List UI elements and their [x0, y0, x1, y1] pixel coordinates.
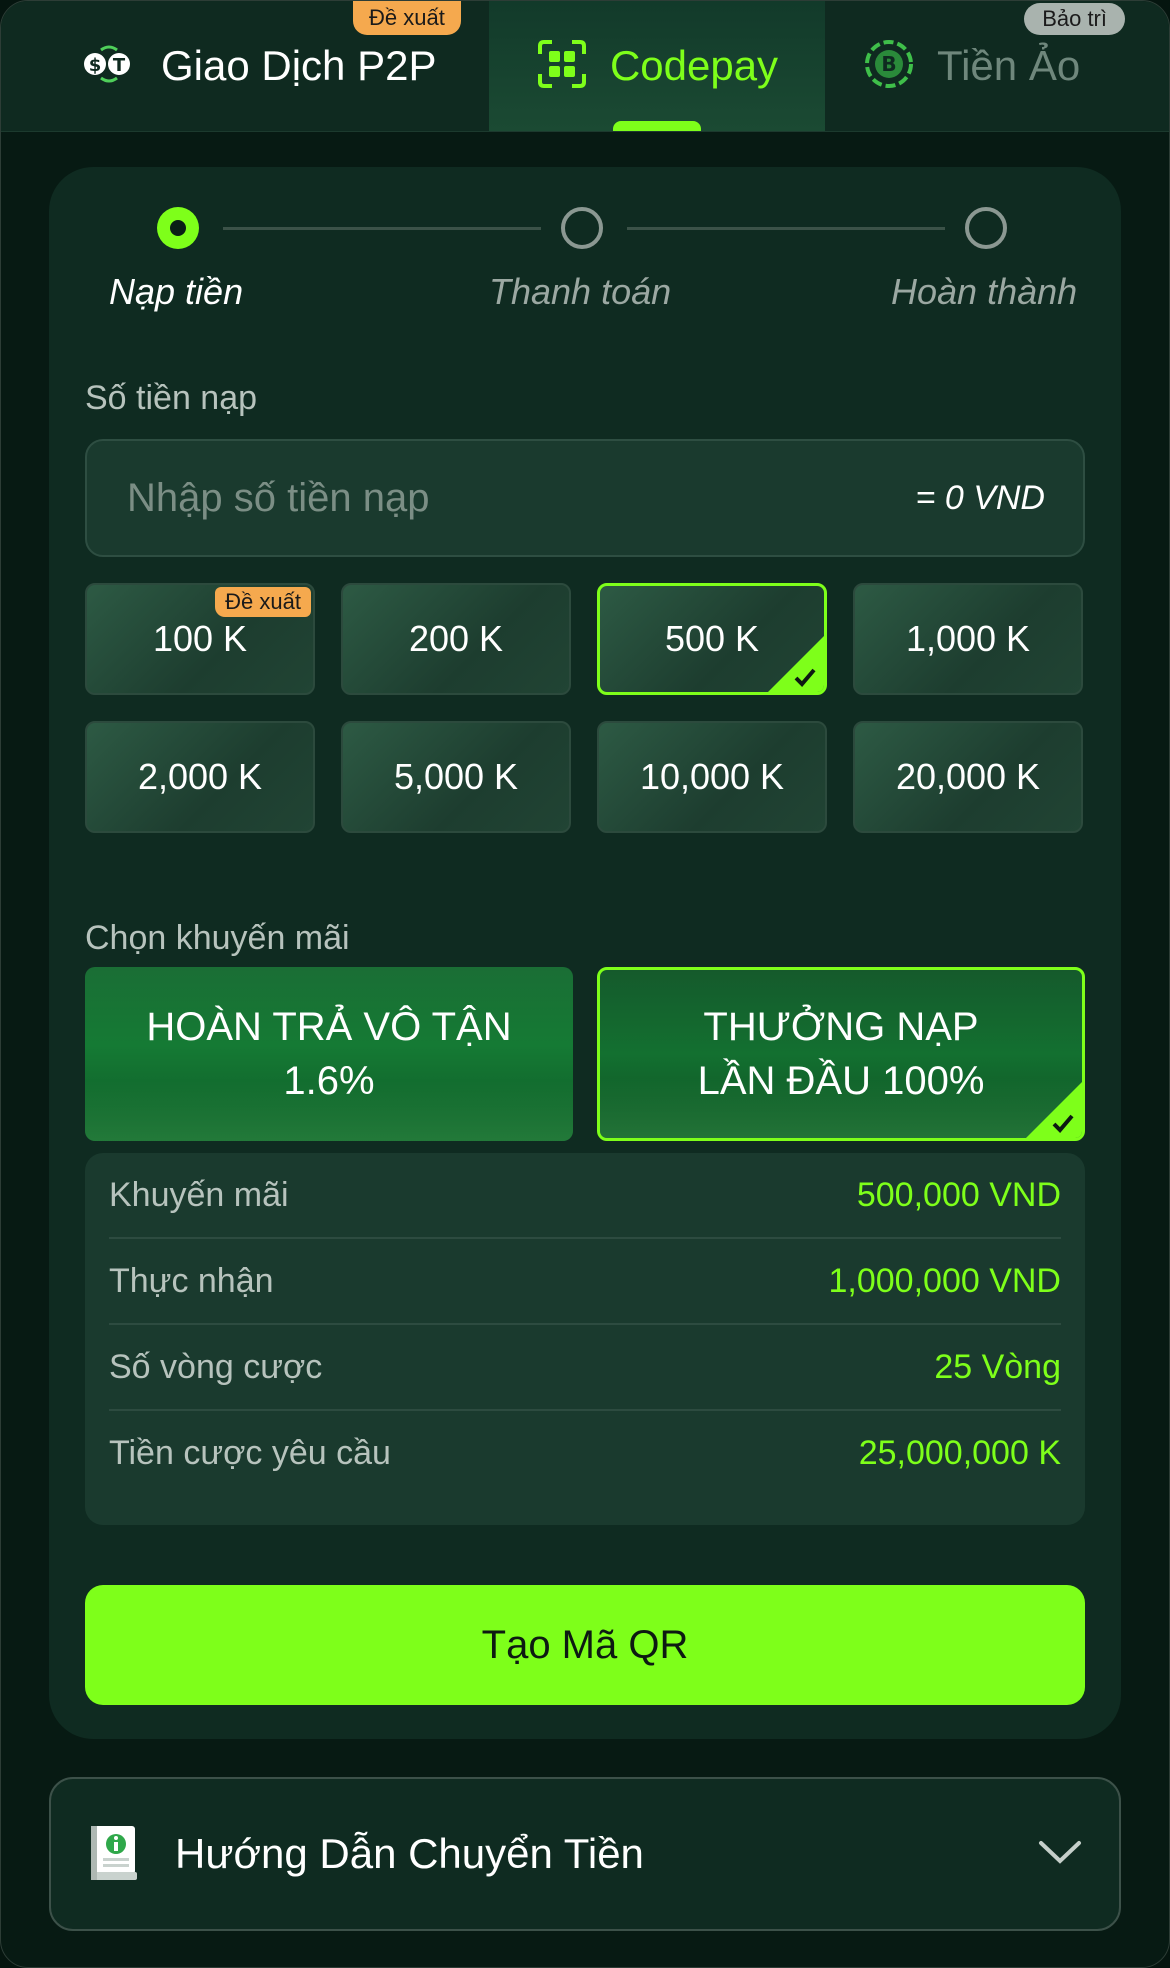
- promo-title-line: HOÀN TRẢ VÔ TẬN: [146, 1005, 512, 1049]
- step-2-label: Thanh toán: [489, 271, 672, 312]
- step-3-label: Hoàn thành: [891, 271, 1078, 312]
- amount-field[interactable]: = 0 VND: [85, 439, 1085, 557]
- recommended-badge: Đề xuất: [215, 587, 311, 617]
- amount-label: Số tiền nạp: [85, 379, 258, 417]
- promotion-label: Chọn khuyến mãi: [85, 919, 350, 957]
- summary-row: Số vòng cược 25 Vòng: [109, 1325, 1061, 1411]
- amount-option-label: 1,000 K: [905, 618, 1031, 659]
- tab-codepay[interactable]: Codepay: [489, 1, 825, 131]
- promo-option-cashback[interactable]: HOÀN TRẢ VÔ TẬN 1.6%: [85, 967, 573, 1141]
- chevron-down-icon[interactable]: [1037, 1837, 1083, 1872]
- svg-text:B: B: [881, 52, 896, 76]
- selected-check-icon: [1026, 1082, 1082, 1138]
- amount-option-label: 20,000 K: [895, 756, 1041, 797]
- amount-option-label: 200 K: [408, 618, 504, 659]
- p2p-exchange-icon: $ T: [81, 44, 139, 89]
- step-connector: [627, 227, 945, 230]
- summary-label: Số vòng cược: [109, 1347, 323, 1386]
- deposit-card: Nạp tiền Thanh toán Hoàn thành Số tiền n…: [49, 167, 1121, 1739]
- amount-option-500k[interactable]: 500 K: [597, 583, 827, 695]
- promotion-options: HOÀN TRẢ VÔ TẬN 1.6% THƯỞNG NẠP LẦN ĐẦU …: [85, 967, 1085, 1141]
- quick-amount-grid: 100 K Đề xuất 200 K 500 K 1,000 K 2,000 …: [85, 583, 1085, 833]
- promo-title: THƯỞNG NẠP LẦN ĐẦU 100%: [698, 1000, 985, 1108]
- payment-method-tabs: $ T Giao Dịch P2P Đề xuất Codepay B Tiền…: [1, 1, 1169, 132]
- promo-title-line: THƯỞNG NẠP: [703, 1005, 979, 1049]
- promo-title-line: LẦN ĐẦU 100%: [697, 1059, 985, 1103]
- deposit-screen: $ T Giao Dịch P2P Đề xuất Codepay B Tiền…: [0, 0, 1170, 1968]
- amount-option-5000k[interactable]: 5,000 K: [341, 721, 571, 833]
- summary-label: Thực nhận: [109, 1261, 274, 1300]
- summary-value: 1,000,000 VND: [828, 1261, 1062, 1300]
- amount-option-2000k[interactable]: 2,000 K: [85, 721, 315, 833]
- step-1-indicator: [157, 207, 199, 249]
- create-qr-button[interactable]: Tạo Mã QR: [85, 1585, 1085, 1705]
- maintenance-badge: Bảo trì: [1024, 3, 1125, 35]
- summary-row: Thực nhận 1,000,000 VND: [109, 1239, 1061, 1325]
- summary-row: Khuyến mãi 500,000 VND: [109, 1153, 1061, 1239]
- promo-title: HOÀN TRẢ VÔ TẬN 1.6%: [146, 1000, 511, 1108]
- recommended-badge: Đề xuất: [353, 1, 461, 35]
- step-3-indicator: [965, 207, 1007, 249]
- amount-option-label: 10,000 K: [639, 756, 785, 797]
- amount-option-10000k[interactable]: 10,000 K: [597, 721, 827, 833]
- summary-value: 500,000 VND: [856, 1175, 1061, 1214]
- active-tab-indicator: [613, 121, 701, 131]
- svg-text:T: T: [113, 55, 126, 76]
- selected-check-icon: [768, 636, 824, 692]
- amount-option-1000k[interactable]: 1,000 K: [853, 583, 1083, 695]
- guide-title: Hướng Dẫn Chuyển Tiền: [175, 1830, 644, 1877]
- step-connector: [223, 227, 541, 230]
- step-2-indicator: [561, 207, 603, 249]
- amount-option-label: 2,000 K: [137, 756, 263, 797]
- amount-option-label: 500 K: [664, 618, 760, 659]
- amount-option-label: 5,000 K: [393, 756, 519, 797]
- amount-option-100k[interactable]: 100 K Đề xuất: [85, 583, 315, 695]
- summary-label: Khuyến mãi: [109, 1175, 289, 1214]
- summary-label: Tiền cược yêu cầu: [109, 1433, 391, 1472]
- promo-option-first-deposit[interactable]: THƯỞNG NẠP LẦN ĐẦU 100%: [597, 967, 1085, 1141]
- tab-crypto-label: Tiền Ảo: [937, 42, 1081, 89]
- summary-row: Tiền cược yêu cầu 25,000,000 K: [109, 1411, 1061, 1495]
- qr-scan-icon: [536, 38, 588, 95]
- transfer-guide-accordion[interactable]: Hướng Dẫn Chuyển Tiền: [49, 1777, 1121, 1931]
- bitcoin-icon: B: [863, 38, 915, 95]
- summary-value: 25,000,000 K: [858, 1433, 1061, 1472]
- promotion-summary: Khuyến mãi 500,000 VND Thực nhận 1,000,0…: [85, 1153, 1085, 1525]
- guide-book-icon: [87, 1822, 141, 1887]
- amount-option-20000k[interactable]: 20,000 K: [853, 721, 1083, 833]
- amount-option-label: 100 K: [152, 618, 248, 659]
- tab-codepay-label: Codepay: [609, 42, 779, 89]
- tab-p2p-label: Giao Dịch P2P: [161, 42, 437, 89]
- amount-equivalent: = 0 VND: [915, 478, 1045, 517]
- svg-text:$: $: [89, 55, 102, 76]
- amount-input[interactable]: [125, 474, 729, 522]
- step-1-label: Nạp tiền: [109, 271, 244, 312]
- progress-stepper: Nạp tiền Thanh toán Hoàn thành: [49, 167, 1121, 347]
- promo-title-line: 1.6%: [283, 1059, 375, 1103]
- amount-option-200k[interactable]: 200 K: [341, 583, 571, 695]
- summary-value: 25 Vòng: [934, 1347, 1061, 1386]
